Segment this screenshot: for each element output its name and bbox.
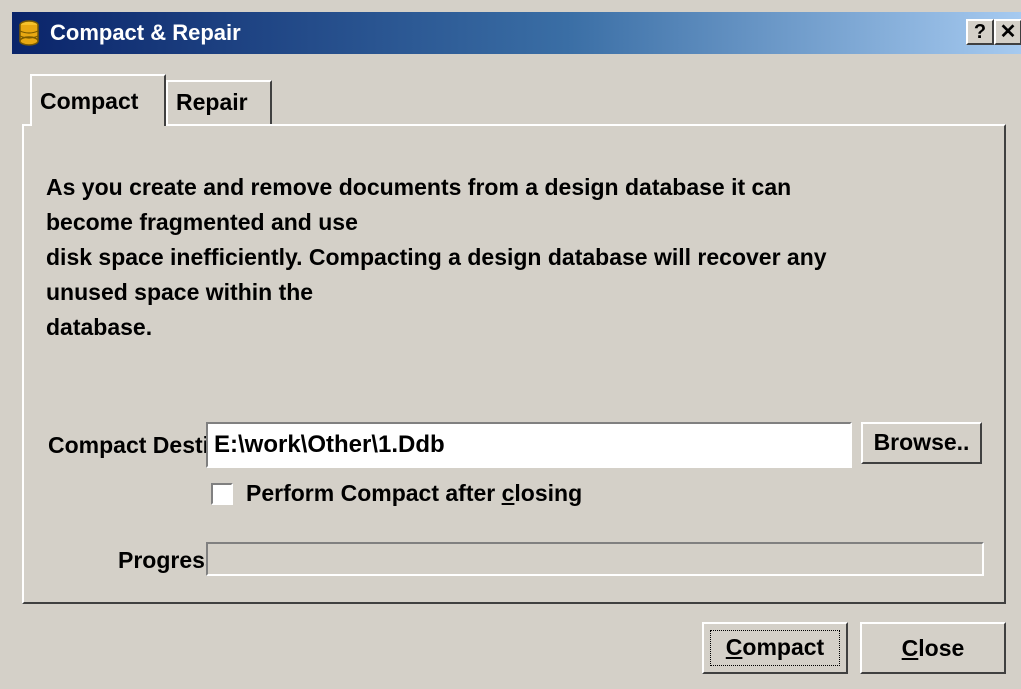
database-icon [19,20,39,46]
perform-compact-checkbox[interactable] [211,483,233,505]
description-line: unused space within the [46,279,314,305]
compact-button[interactable]: Compact [702,622,848,674]
compact-destination-input[interactable]: E:\work\Other\1.Ddb [206,422,852,468]
tab-compact[interactable]: Compact [30,74,166,126]
progress-label: Progress [118,547,206,573]
description-line: disk space inefficiently. Compacting a d… [46,244,827,270]
description-line: database. [46,314,153,340]
description-line: As you create and remove documents from … [46,174,792,200]
close-window-button[interactable]: ✕ [994,19,1021,45]
browse-button[interactable]: Browse.. [861,422,982,464]
description-text: As you create and remove documents from … [46,170,996,345]
title-bar[interactable]: Compact & Repair ? ✕ [12,12,1021,54]
perform-compact-label[interactable]: Perform Compact after closing [246,480,582,507]
window-title: Compact & Repair [50,20,241,45]
tab-repair[interactable]: Repair [166,80,272,124]
close-button[interactable]: Close [860,622,1006,674]
help-button[interactable]: ? [966,19,994,45]
tab-compact-label: Compact [40,88,139,114]
compact-destination-label: Compact Destination [48,432,206,458]
compact-repair-dialog: Compact & Repair ? ✕ Compact Repair As y… [0,0,1021,689]
tab-repair-label: Repair [176,89,248,115]
progress-bar [206,542,984,576]
focus-ring [710,630,840,666]
description-line: become fragmented and use [46,209,358,235]
